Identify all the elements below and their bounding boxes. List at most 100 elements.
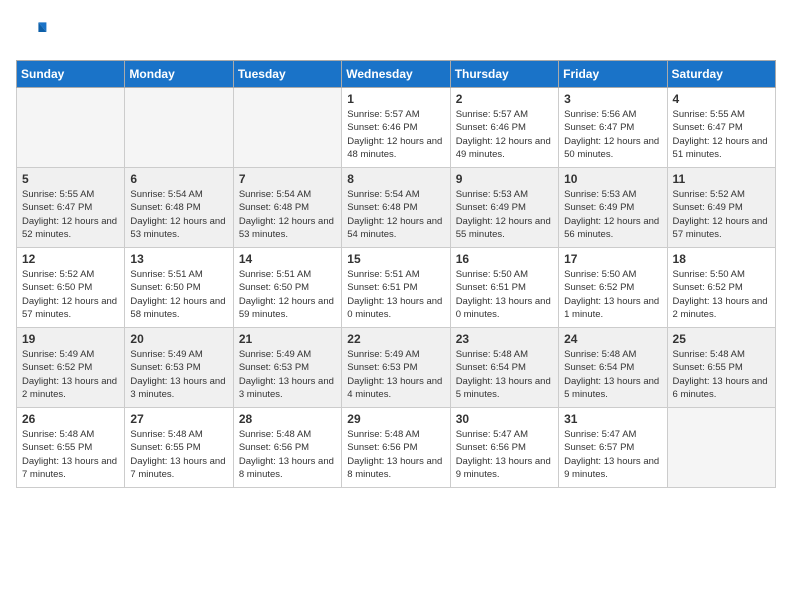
day-info: Sunrise: 5:53 AMSunset: 6:49 PMDaylight:… bbox=[564, 188, 661, 241]
day-number: 1 bbox=[347, 92, 444, 106]
day-number: 13 bbox=[130, 252, 227, 266]
calendar-cell: 17 Sunrise: 5:50 AMSunset: 6:52 PMDayligh… bbox=[559, 248, 667, 328]
day-number: 16 bbox=[456, 252, 553, 266]
day-info: Sunrise: 5:48 AMSunset: 6:56 PMDaylight:… bbox=[347, 428, 444, 481]
day-info: Sunrise: 5:54 AMSunset: 6:48 PMDaylight:… bbox=[130, 188, 227, 241]
calendar-week-1: 1 Sunrise: 5:57 AMSunset: 6:46 PMDaylight… bbox=[17, 88, 776, 168]
calendar-cell: 23Sunrise: 5:48 AMSunset: 6:54 PMDayligh… bbox=[450, 328, 558, 408]
day-info: Sunrise: 5:47 AMSunset: 6:57 PMDaylight:… bbox=[564, 428, 661, 481]
day-info: Sunrise: 5:55 AMSunset: 6:47 PMDaylight:… bbox=[22, 188, 119, 241]
day-number: 27 bbox=[130, 412, 227, 426]
calendar-cell: 10 Sunrise: 5:53 AMSunset: 6:49 PMDayligh… bbox=[559, 168, 667, 248]
day-number: 2 bbox=[456, 92, 553, 106]
day-number: 8 bbox=[347, 172, 444, 186]
day-header-monday: Monday bbox=[125, 61, 233, 88]
calendar-cell bbox=[125, 88, 233, 168]
day-number: 7 bbox=[239, 172, 336, 186]
calendar-cell: 30 Sunrise: 5:47 AMSunset: 6:56 PMDayligh… bbox=[450, 408, 558, 488]
day-info: Sunrise: 5:51 AMSunset: 6:50 PMDaylight:… bbox=[239, 268, 336, 321]
day-header-friday: Friday bbox=[559, 61, 667, 88]
calendar-cell: 18 Sunrise: 5:50 AMSunset: 6:52 PMDayligh… bbox=[667, 248, 775, 328]
day-number: 9 bbox=[456, 172, 553, 186]
calendar-cell: 11Sunrise: 5:52 AMSunset: 6:49 PMDayligh… bbox=[667, 168, 775, 248]
day-header-wednesday: Wednesday bbox=[342, 61, 450, 88]
day-number: 17 bbox=[564, 252, 661, 266]
day-info: Sunrise: 5:50 AMSunset: 6:51 PMDaylight:… bbox=[456, 268, 553, 321]
day-number: 31 bbox=[564, 412, 661, 426]
calendar-cell: 25 Sunrise: 5:48 AMSunset: 6:55 PMDayligh… bbox=[667, 328, 775, 408]
day-info: Sunrise: 5:51 AMSunset: 6:50 PMDaylight:… bbox=[130, 268, 227, 321]
calendar-week-2: 5 Sunrise: 5:55 AMSunset: 6:47 PMDaylight… bbox=[17, 168, 776, 248]
day-info: Sunrise: 5:48 AMSunset: 6:55 PMDaylight:… bbox=[673, 348, 770, 401]
calendar-cell: 15 Sunrise: 5:51 AMSunset: 6:51 PMDayligh… bbox=[342, 248, 450, 328]
calendar-cell: 20 Sunrise: 5:49 AMSunset: 6:53 PMDayligh… bbox=[125, 328, 233, 408]
day-number: 28 bbox=[239, 412, 336, 426]
day-info: Sunrise: 5:54 AMSunset: 6:48 PMDaylight:… bbox=[347, 188, 444, 241]
day-number: 18 bbox=[673, 252, 770, 266]
day-number: 20 bbox=[130, 332, 227, 346]
calendar-week-4: 19 Sunrise: 5:49 AMSunset: 6:52 PMDayligh… bbox=[17, 328, 776, 408]
calendar-cell: 1Sunrise: 5:57 AMSunset: 6:46 PMDaylight… bbox=[342, 88, 450, 168]
day-info: Sunrise: 5:51 AMSunset: 6:51 PMDaylight:… bbox=[347, 268, 444, 321]
calendar-table: SundayMondayTuesdayWednesdayThursdayFrid… bbox=[16, 60, 776, 488]
calendar-cell: 6 Sunrise: 5:54 AMSunset: 6:48 PMDaylight… bbox=[125, 168, 233, 248]
calendar-cell: 3 Sunrise: 5:56 AMSunset: 6:47 PMDaylight… bbox=[559, 88, 667, 168]
day-info: Sunrise: 5:53 AMSunset: 6:49 PMDaylight:… bbox=[456, 188, 553, 241]
day-number: 25 bbox=[673, 332, 770, 346]
calendar-cell: 22 Sunrise: 5:49 AMSunset: 6:53 PMDayligh… bbox=[342, 328, 450, 408]
day-number: 22 bbox=[347, 332, 444, 346]
calendar-cell: 8 Sunrise: 5:54 AMSunset: 6:48 PMDaylight… bbox=[342, 168, 450, 248]
day-info: Sunrise: 5:48 AMSunset: 6:55 PMDaylight:… bbox=[130, 428, 227, 481]
day-header-sunday: Sunday bbox=[17, 61, 125, 88]
calendar-cell: 24 Sunrise: 5:48 AMSunset: 6:54 PMDayligh… bbox=[559, 328, 667, 408]
calendar-cell: 5 Sunrise: 5:55 AMSunset: 6:47 PMDaylight… bbox=[17, 168, 125, 248]
day-number: 29 bbox=[347, 412, 444, 426]
day-number: 6 bbox=[130, 172, 227, 186]
calendar-cell: 27 Sunrise: 5:48 AMSunset: 6:55 PMDayligh… bbox=[125, 408, 233, 488]
day-number: 19 bbox=[22, 332, 119, 346]
calendar-cell: 16 Sunrise: 5:50 AMSunset: 6:51 PMDayligh… bbox=[450, 248, 558, 328]
day-info: Sunrise: 5:57 AMSunset: 6:46 PMDaylight:… bbox=[456, 108, 553, 161]
calendar-cell: 26Sunrise: 5:48 AMSunset: 6:55 PMDayligh… bbox=[17, 408, 125, 488]
calendar-cell: 7 Sunrise: 5:54 AMSunset: 6:48 PMDaylight… bbox=[233, 168, 341, 248]
day-info: Sunrise: 5:50 AMSunset: 6:52 PMDaylight:… bbox=[673, 268, 770, 321]
day-info: Sunrise: 5:49 AMSunset: 6:53 PMDaylight:… bbox=[130, 348, 227, 401]
day-number: 14 bbox=[239, 252, 336, 266]
day-info: Sunrise: 5:52 AMSunset: 6:50 PMDaylight:… bbox=[22, 268, 119, 321]
day-number: 3 bbox=[564, 92, 661, 106]
day-info: Sunrise: 5:47 AMSunset: 6:56 PMDaylight:… bbox=[456, 428, 553, 481]
page-header bbox=[16, 16, 776, 48]
calendar-cell: 31 Sunrise: 5:47 AMSunset: 6:57 PMDayligh… bbox=[559, 408, 667, 488]
day-info: Sunrise: 5:54 AMSunset: 6:48 PMDaylight:… bbox=[239, 188, 336, 241]
day-number: 5 bbox=[22, 172, 119, 186]
calendar-cell bbox=[667, 408, 775, 488]
day-number: 21 bbox=[239, 332, 336, 346]
calendar-cell: 4Sunrise: 5:55 AMSunset: 6:47 PMDaylight… bbox=[667, 88, 775, 168]
day-info: Sunrise: 5:48 AMSunset: 6:54 PMDaylight:… bbox=[564, 348, 661, 401]
calendar-cell: 19 Sunrise: 5:49 AMSunset: 6:52 PMDayligh… bbox=[17, 328, 125, 408]
day-number: 12 bbox=[22, 252, 119, 266]
calendar-cell: 21Sunrise: 5:49 AMSunset: 6:53 PMDayligh… bbox=[233, 328, 341, 408]
calendar-week-3: 12 Sunrise: 5:52 AMSunset: 6:50 PMDayligh… bbox=[17, 248, 776, 328]
calendar-cell: 9 Sunrise: 5:53 AMSunset: 6:49 PMDaylight… bbox=[450, 168, 558, 248]
day-info: Sunrise: 5:48 AMSunset: 6:55 PMDaylight:… bbox=[22, 428, 119, 481]
logo bbox=[16, 16, 52, 48]
day-number: 23 bbox=[456, 332, 553, 346]
day-info: Sunrise: 5:48 AMSunset: 6:56 PMDaylight:… bbox=[239, 428, 336, 481]
day-info: Sunrise: 5:50 AMSunset: 6:52 PMDaylight:… bbox=[564, 268, 661, 321]
calendar-cell: 28 Sunrise: 5:48 AMSunset: 6:56 PMDayligh… bbox=[233, 408, 341, 488]
calendar-cell: 13 Sunrise: 5:51 AMSunset: 6:50 PMDayligh… bbox=[125, 248, 233, 328]
day-info: Sunrise: 5:49 AMSunset: 6:53 PMDaylight:… bbox=[347, 348, 444, 401]
day-number: 24 bbox=[564, 332, 661, 346]
day-info: Sunrise: 5:56 AMSunset: 6:47 PMDaylight:… bbox=[564, 108, 661, 161]
day-number: 30 bbox=[456, 412, 553, 426]
day-number: 15 bbox=[347, 252, 444, 266]
calendar-cell: 29 Sunrise: 5:48 AMSunset: 6:56 PMDayligh… bbox=[342, 408, 450, 488]
day-number: 11 bbox=[673, 172, 770, 186]
day-header-thursday: Thursday bbox=[450, 61, 558, 88]
day-header-tuesday: Tuesday bbox=[233, 61, 341, 88]
day-number: 10 bbox=[564, 172, 661, 186]
day-header-saturday: Saturday bbox=[667, 61, 775, 88]
day-info: Sunrise: 5:49 AMSunset: 6:52 PMDaylight:… bbox=[22, 348, 119, 401]
calendar-header: SundayMondayTuesdayWednesdayThursdayFrid… bbox=[17, 61, 776, 88]
